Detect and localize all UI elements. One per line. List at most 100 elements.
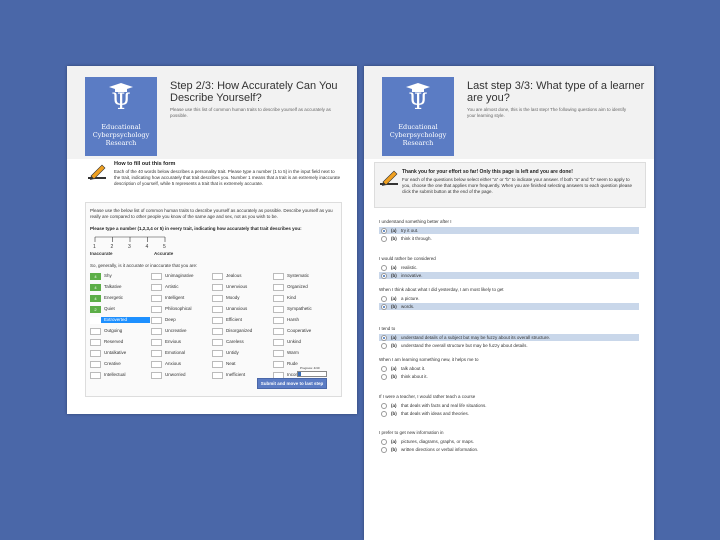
trait-input[interactable] xyxy=(212,361,223,368)
trait-row: Untidy xyxy=(212,350,272,357)
trait-input[interactable] xyxy=(212,317,223,324)
trait-input[interactable] xyxy=(212,339,223,346)
trait-input[interactable] xyxy=(151,361,162,368)
trait-label: Untalkative xyxy=(104,350,127,355)
option-letter: (b) xyxy=(391,447,397,452)
option-letter: (a) xyxy=(391,335,397,340)
trait-input[interactable] xyxy=(212,295,223,302)
option-letter: (a) xyxy=(391,265,397,270)
radio-button[interactable] xyxy=(381,411,387,417)
radio-button[interactable] xyxy=(381,228,387,234)
scale-low-label: Inaccurate xyxy=(90,251,113,256)
trait-input[interactable] xyxy=(273,339,284,346)
trait-label: Rude xyxy=(287,361,298,366)
trait-input[interactable] xyxy=(212,372,223,379)
radio-button[interactable] xyxy=(381,447,387,453)
trait-label: Creative xyxy=(104,361,121,366)
trait-label: Inefficient xyxy=(226,372,246,377)
submit-next-button[interactable]: Submit and move to last step xyxy=(257,378,327,389)
radio-button[interactable] xyxy=(381,296,387,302)
trait-input[interactable] xyxy=(273,295,284,302)
radio-button[interactable] xyxy=(381,265,387,271)
trait-row: Neat xyxy=(212,361,272,368)
answer-option[interactable]: (a) talk about it. xyxy=(379,365,639,372)
radio-button[interactable] xyxy=(381,366,387,372)
radio-button[interactable] xyxy=(381,343,387,349)
trait-row: Moody xyxy=(212,295,272,302)
option-text: words. xyxy=(401,304,415,309)
answer-option[interactable]: (a) pictures, diagrams, graphs, or maps. xyxy=(379,438,639,445)
trait-input[interactable] xyxy=(90,350,101,357)
answer-option[interactable]: (b) written directions or verbal informat… xyxy=(379,446,639,453)
trait-input[interactable] xyxy=(273,306,284,313)
trait-input[interactable] xyxy=(212,350,223,357)
radio-button[interactable] xyxy=(381,273,387,279)
trait-label: Jealous xyxy=(226,273,242,278)
page-subtitle: You are almost done, this is the last st… xyxy=(467,107,627,118)
trait-input[interactable] xyxy=(212,306,223,313)
trait-label: Unworried xyxy=(165,372,186,377)
trait-input[interactable] xyxy=(151,339,162,346)
radio-button[interactable] xyxy=(381,335,387,341)
trait-input[interactable]: 4 xyxy=(90,284,101,291)
logo-text: Educational Cyberpsychology Research xyxy=(92,123,150,147)
answer-option[interactable]: (b) that deals with ideas and theories. xyxy=(379,410,639,417)
trait-input[interactable] xyxy=(90,328,101,335)
trait-label: Energetic xyxy=(104,295,124,300)
radio-button[interactable] xyxy=(381,304,387,310)
trait-input[interactable] xyxy=(273,361,284,368)
trait-row: Outgoing xyxy=(90,328,150,335)
radio-button[interactable] xyxy=(381,403,387,409)
answer-option[interactable]: (b) think it through. xyxy=(379,235,639,242)
trait-input[interactable] xyxy=(212,328,223,335)
answer-option[interactable]: (a) try it out. xyxy=(379,227,639,234)
trait-row: Organized xyxy=(273,284,333,291)
trait-input[interactable]: 4 xyxy=(90,295,101,302)
trait-input[interactable] xyxy=(151,328,162,335)
trait-input[interactable] xyxy=(273,328,284,335)
trait-input[interactable] xyxy=(151,350,162,357)
trait-row: Warm xyxy=(273,350,333,357)
trait-input[interactable] xyxy=(273,284,284,291)
trait-input[interactable] xyxy=(90,361,101,368)
trait-input[interactable] xyxy=(90,339,101,346)
trait-input[interactable]: 2 xyxy=(90,306,101,313)
option-letter: (b) xyxy=(391,236,397,241)
trait-input[interactable] xyxy=(151,273,162,280)
page-header: Ψ Educational Cyberpsychology Research S… xyxy=(67,66,357,159)
trait-row: Unanxious xyxy=(212,306,272,313)
answer-option[interactable]: (b) words. xyxy=(379,303,639,310)
answer-option[interactable]: (a) understand details of a subject but m… xyxy=(379,334,639,341)
scale-tick: 5 xyxy=(163,244,166,250)
answer-option[interactable]: (a) that deals with facts and real life s… xyxy=(379,402,639,409)
trait-label: Moody xyxy=(226,295,240,300)
trait-label: Harsh xyxy=(287,317,300,322)
trait-input[interactable] xyxy=(151,317,162,324)
option-text: talk about it. xyxy=(401,366,426,371)
trait-input[interactable] xyxy=(273,350,284,357)
trait-input[interactable] xyxy=(151,284,162,291)
radio-button[interactable] xyxy=(381,374,387,380)
answer-option[interactable]: (b) think about it. xyxy=(379,373,639,380)
question-text: I prefer to get new information in xyxy=(379,430,444,435)
trait-input[interactable]: 4 xyxy=(90,273,101,280)
trait-input[interactable] xyxy=(273,317,284,324)
trait-input[interactable] xyxy=(151,295,162,302)
trait-input[interactable] xyxy=(151,306,162,313)
trait-row: 4 Talkative xyxy=(90,284,150,291)
trait-input[interactable] xyxy=(90,372,101,379)
answer-option[interactable]: (b) innovative. xyxy=(379,272,639,279)
page-title: Step 2/3: How Accurately Can You Describ… xyxy=(170,80,338,104)
radio-button[interactable] xyxy=(381,236,387,242)
answer-option[interactable]: (a) a picture. xyxy=(379,295,639,302)
trait-input[interactable] xyxy=(212,273,223,280)
answer-option[interactable]: (b) understand the overall structure but … xyxy=(379,342,639,349)
trait-input[interactable] xyxy=(273,273,284,280)
answer-option[interactable]: (a) realistic. xyxy=(379,264,639,271)
radio-button[interactable] xyxy=(381,439,387,445)
trait-input[interactable] xyxy=(212,284,223,291)
trait-label: Sympathetic xyxy=(287,306,312,311)
scale-tick: 4 xyxy=(146,244,149,250)
trait-input[interactable] xyxy=(151,372,162,379)
trait-input[interactable] xyxy=(90,317,101,324)
